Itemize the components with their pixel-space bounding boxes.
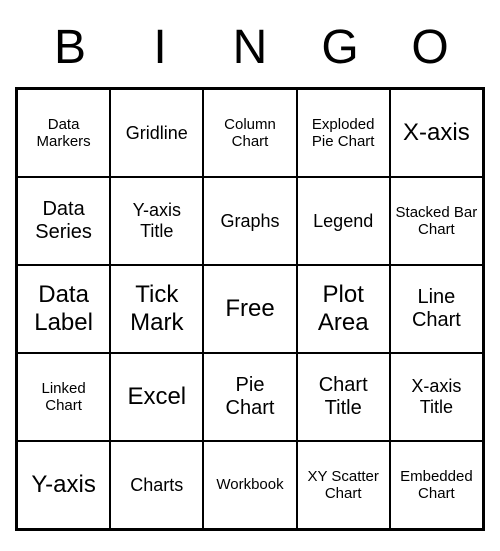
bingo-cell[interactable]: Plot Area <box>297 265 390 353</box>
header-letter-o: O <box>385 20 475 75</box>
bingo-card: B I N G O Data MarkersGridlineColumn Cha… <box>15 20 485 531</box>
bingo-cell[interactable]: Graphs <box>203 177 296 265</box>
bingo-cell[interactable]: Tick Mark <box>110 265 203 353</box>
bingo-cell[interactable]: Data Label <box>17 265 110 353</box>
bingo-cell[interactable]: Stacked Bar Chart <box>390 177 483 265</box>
bingo-cell[interactable]: Embedded Chart <box>390 441 483 529</box>
bingo-cell[interactable]: Column Chart <box>203 89 296 177</box>
bingo-cell[interactable]: Linked Chart <box>17 353 110 441</box>
bingo-cell[interactable]: Y-axis Title <box>110 177 203 265</box>
bingo-cell[interactable]: X-axis Title <box>390 353 483 441</box>
bingo-cell[interactable]: Charts <box>110 441 203 529</box>
header-letter-b: B <box>25 20 115 75</box>
bingo-cell[interactable]: Legend <box>297 177 390 265</box>
bingo-cell[interactable]: XY Scatter Chart <box>297 441 390 529</box>
header-letter-n: N <box>205 20 295 75</box>
bingo-cell[interactable]: Data Series <box>17 177 110 265</box>
bingo-cell[interactable]: Y-axis <box>17 441 110 529</box>
bingo-cell[interactable]: Excel <box>110 353 203 441</box>
bingo-cell[interactable]: Exploded Pie Chart <box>297 89 390 177</box>
bingo-cell[interactable]: Pie Chart <box>203 353 296 441</box>
bingo-cell[interactable]: Free <box>203 265 296 353</box>
header-letter-g: G <box>295 20 385 75</box>
header-letter-i: I <box>115 20 205 75</box>
bingo-cell[interactable]: Gridline <box>110 89 203 177</box>
bingo-header: B I N G O <box>15 20 485 75</box>
bingo-grid: Data MarkersGridlineColumn ChartExploded… <box>15 87 485 531</box>
bingo-cell[interactable]: X-axis <box>390 89 483 177</box>
bingo-cell[interactable]: Chart Title <box>297 353 390 441</box>
bingo-cell[interactable]: Line Chart <box>390 265 483 353</box>
bingo-cell[interactable]: Workbook <box>203 441 296 529</box>
bingo-cell[interactable]: Data Markers <box>17 89 110 177</box>
